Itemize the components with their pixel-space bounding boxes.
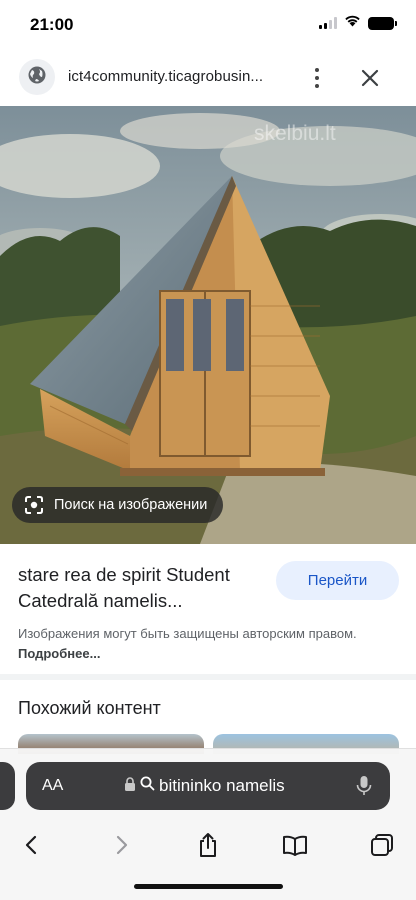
similar-content-heading: Похожий контент [18, 698, 161, 718]
page-url[interactable]: ict4community.ticagrobusin... [68, 68, 290, 85]
copyright-notice: Изображения могут быть защищены авторски… [18, 624, 398, 664]
cellular-signal-icon [319, 17, 337, 29]
visit-button[interactable]: Перейти [276, 561, 399, 600]
result-image[interactable]: skelbiu.lt Поиск на изображении [0, 106, 416, 544]
more-vert-icon[interactable] [306, 64, 328, 92]
lock-icon [124, 776, 136, 796]
site-info-button[interactable] [19, 59, 55, 95]
battery-icon [368, 16, 397, 30]
previous-tab-peek[interactable] [0, 762, 15, 810]
reader-aa-button[interactable]: AA [42, 777, 63, 795]
lens-label: Поиск на изображении [54, 497, 208, 513]
lens-search-button[interactable]: Поиск на изображении [12, 487, 224, 523]
browser-toolbar: AA bitininko namelis [0, 748, 416, 900]
url-header: ict4community.ticagrobusin... [0, 50, 416, 106]
address-bar[interactable]: AA bitininko namelis [26, 762, 390, 810]
close-icon[interactable] [356, 64, 384, 92]
home-indicator[interactable] [134, 884, 283, 889]
section-divider [0, 674, 416, 680]
tabs-icon[interactable] [364, 827, 400, 863]
status-icons [319, 14, 397, 32]
more-link[interactable]: Подробнее... [18, 646, 100, 661]
lens-icon [24, 495, 44, 515]
cabin-photo: skelbiu.lt [0, 106, 416, 544]
result-title[interactable]: stare rea de spirit Student Catedrală na… [18, 562, 263, 614]
navigation-row [0, 823, 416, 867]
watermark: skelbiu.lt [254, 122, 336, 145]
microphone-icon[interactable] [354, 774, 374, 798]
globe-icon [27, 65, 47, 90]
bookmarks-icon[interactable] [277, 827, 313, 863]
copyright-text: Изображения могут быть защищены авторски… [18, 626, 357, 641]
search-query: bitininko namelis [159, 776, 285, 795]
address-field[interactable]: bitininko namelis [124, 776, 285, 796]
share-icon[interactable] [190, 827, 226, 863]
status-bar: 21:00 [0, 0, 416, 50]
search-icon [140, 776, 155, 796]
forward-icon[interactable] [103, 827, 139, 863]
status-time: 21:00 [30, 15, 74, 34]
back-icon[interactable] [14, 827, 50, 863]
wifi-icon [344, 14, 361, 32]
